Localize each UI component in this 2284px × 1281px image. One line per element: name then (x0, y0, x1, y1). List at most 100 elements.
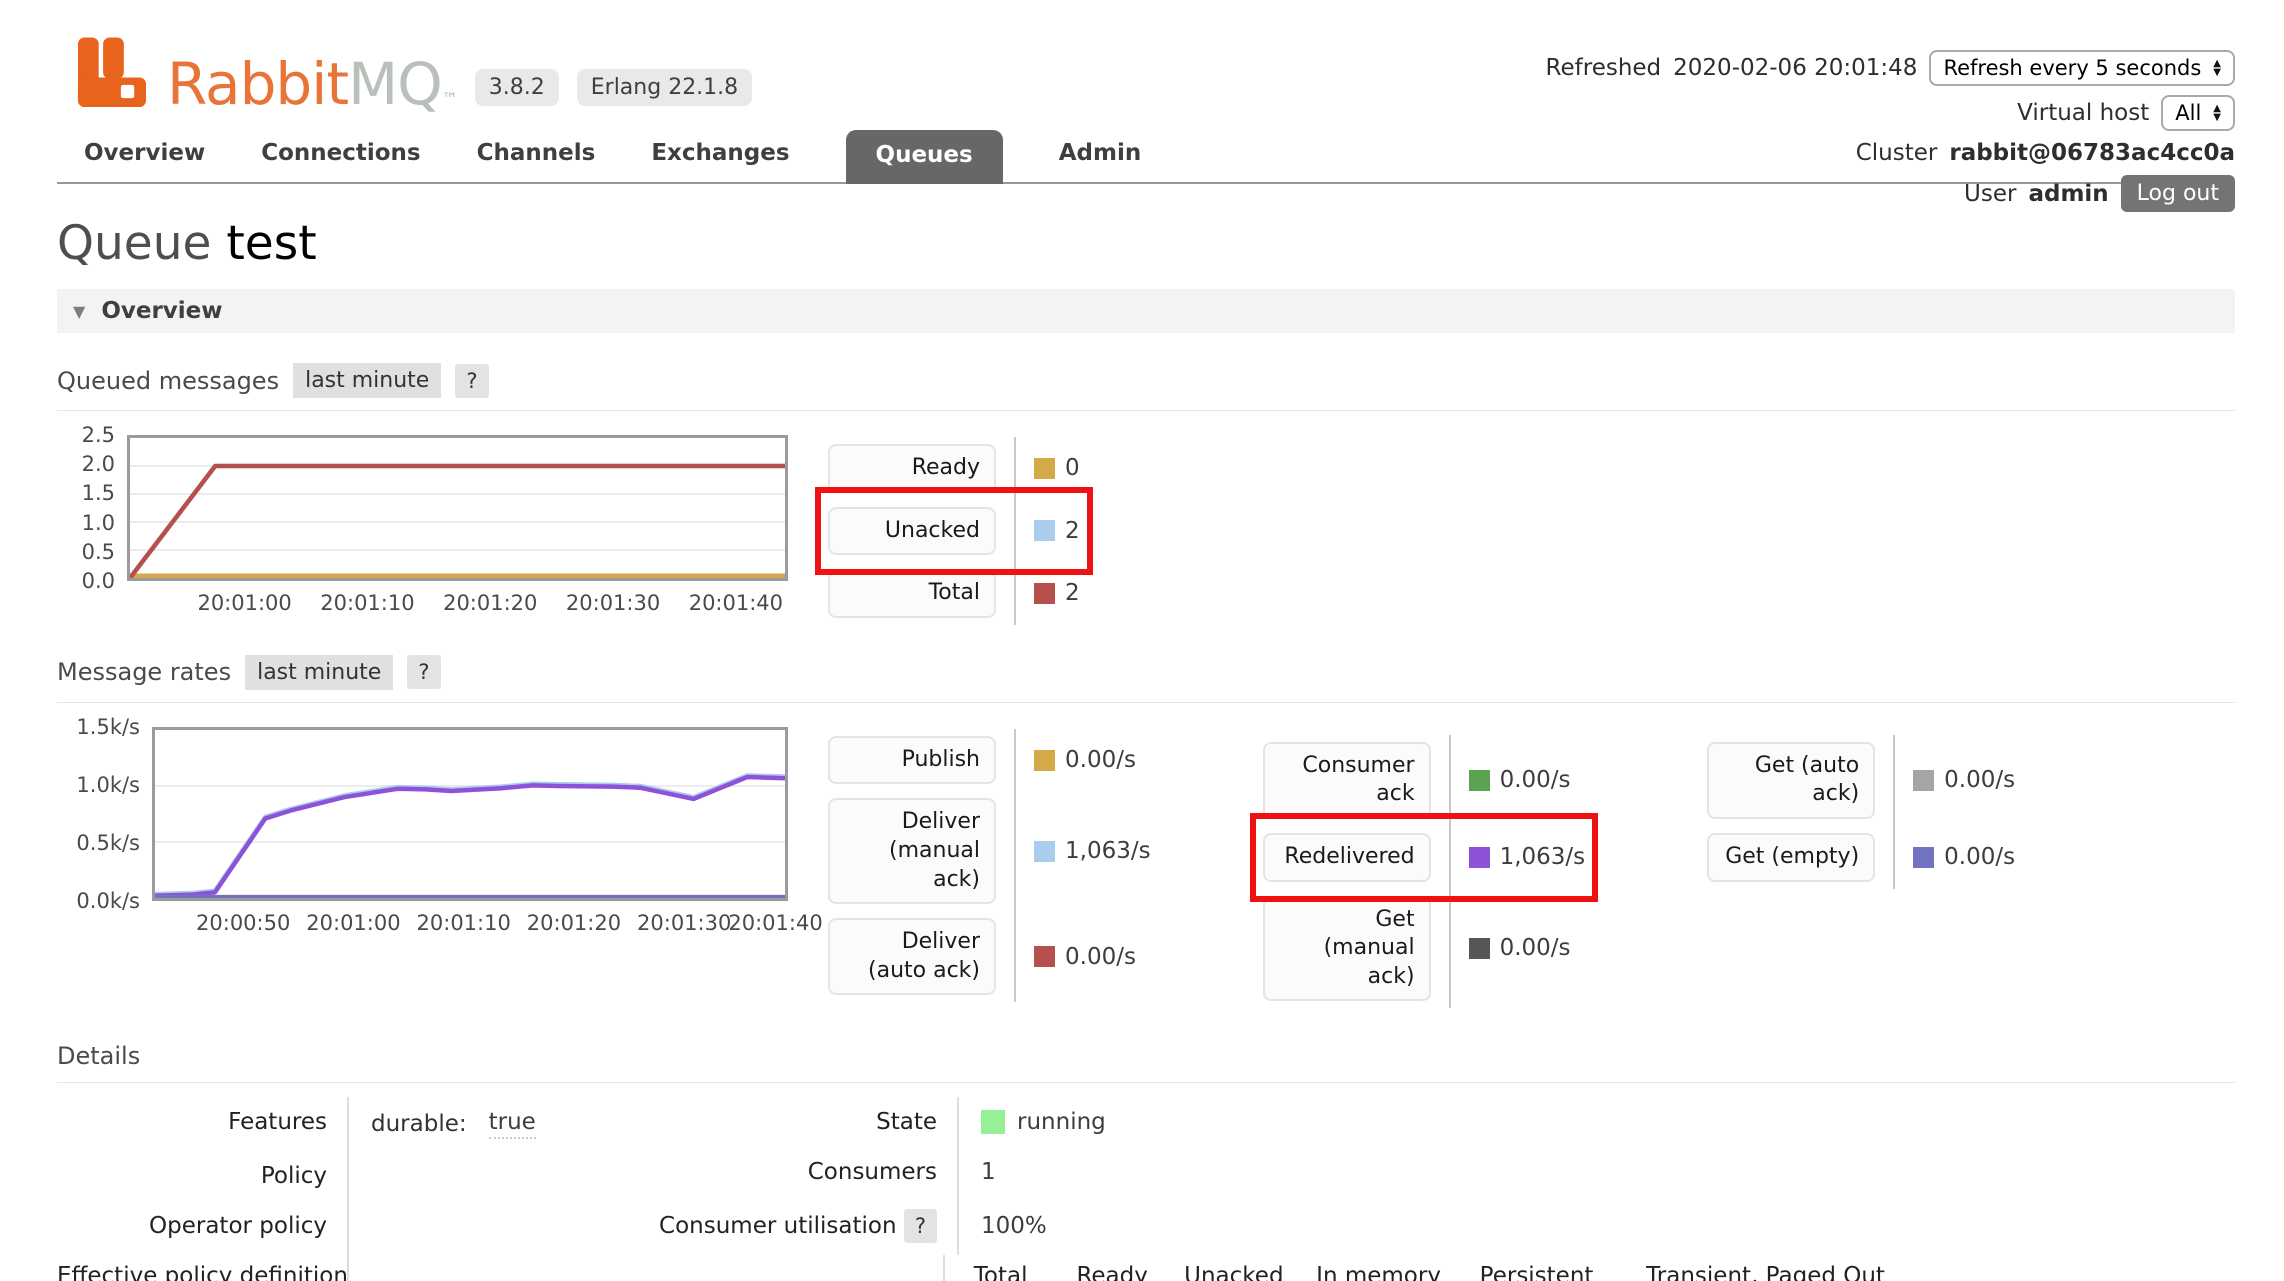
deliver-manual-label-pill: Deliver (manual ack) (828, 798, 996, 904)
unacked-label-pill: Unacked (828, 507, 996, 556)
messages-table-header-row: Total Ready Unacked In memory Persistent… (647, 1255, 1916, 1281)
unacked-value: 2 (1065, 518, 1080, 544)
effective-policy-label: Effective policy definition (57, 1251, 347, 1281)
get-auto-value: 0.00/s (1944, 767, 2015, 793)
publish-swatch-icon (1034, 750, 1055, 771)
virtual-host-row: Virtual host All ▲▼ (2017, 95, 2235, 131)
message-rates-title: Message rates (57, 658, 231, 686)
col-header-total: Total (944, 1255, 1056, 1281)
ready-swatch-icon (1034, 458, 1055, 479)
rates-chart-plot (152, 727, 788, 901)
deliver-auto-value: 0.00/s (1065, 944, 1136, 970)
legend-row-total: Total 2 (828, 562, 1080, 625)
virtual-host-select[interactable]: All ▲▼ (2161, 95, 2235, 131)
queued-messages-help-icon[interactable]: ? (455, 364, 488, 398)
queued-messages-heading: Queued messages last minute ? (57, 363, 2235, 411)
publish-label-pill: Publish (828, 736, 996, 785)
virtual-host-value: All (2175, 101, 2201, 125)
features-value: durable:true (347, 1097, 647, 1151)
consumers-value: 1 (957, 1147, 1916, 1197)
consumer-utilisation-label: Consumer utilisation ? (657, 1197, 957, 1255)
legend-row-deliver-auto: Deliver (auto ack) 0.00/s (828, 911, 1136, 1002)
version-badge: 3.8.2 (475, 69, 559, 106)
tab-exchanges[interactable]: Exchanges (651, 128, 789, 182)
trademark-symbol: ™ (442, 89, 457, 108)
queued-chart-y-axis: 2.52.01.51.00.50.0 (57, 435, 127, 581)
cluster-name: rabbit@06783ac4cc0a (1949, 140, 2235, 166)
ready-value: 0 (1065, 455, 1080, 481)
col-header-ready: Ready (1056, 1255, 1168, 1281)
ready-label-pill: Ready (828, 444, 996, 493)
effective-policy-value (347, 1251, 647, 1281)
queue-name: test (226, 216, 316, 271)
user-label: User (1964, 181, 2016, 207)
details-right-facts: State running Consumers 1 Consumer utili… (657, 1097, 1916, 1255)
overview-collapse-bar[interactable]: ▼ Overview (57, 289, 2235, 333)
refreshed-label: Refreshed (1546, 55, 1662, 81)
unacked-swatch-icon (1034, 520, 1055, 541)
tab-channels[interactable]: Channels (477, 128, 596, 182)
rates-chart-x-axis: 20:00:5020:01:0020:01:1020:01:2020:01:30… (155, 901, 785, 939)
refresh-interval-value: Refresh every 5 seconds (1943, 56, 2201, 80)
tab-queues[interactable]: Queues (846, 130, 1003, 184)
tab-admin[interactable]: Admin (1059, 128, 1142, 182)
message-rates-row: 1.5k/s1.0k/s0.5k/s0.0k/s 20:00:5020:01:0… (57, 727, 2235, 1009)
durable-value: true (489, 1109, 536, 1139)
messages-table: Total Ready Unacked In memory Persistent… (647, 1255, 1916, 1281)
page-title: Queue test (57, 216, 2235, 271)
legend-row-publish: Publish 0.00/s (828, 729, 1136, 792)
cluster-label: Cluster (1856, 140, 1938, 166)
queued-messages-title: Queued messages (57, 367, 279, 395)
queued-messages-range-badge[interactable]: last minute (293, 363, 441, 398)
deliver-manual-swatch-icon (1034, 841, 1055, 862)
publish-value: 0.00/s (1065, 747, 1136, 773)
consumer-ack-label-pill: Consumer ack (1263, 742, 1431, 819)
col-header-persistent: Persistent (1458, 1255, 1616, 1281)
get-manual-label-pill: Get (manual ack) (1263, 896, 1431, 1002)
get-empty-swatch-icon (1913, 847, 1934, 868)
features-label: Features (57, 1097, 347, 1151)
consumer-utilisation-value: 100% (957, 1197, 1916, 1255)
get-empty-label-pill: Get (empty) (1707, 833, 1875, 882)
queued-messages-row: 2.52.01.51.00.50.0 20:01:0020:01:1020:01… (57, 435, 2235, 625)
queued-messages-chart: 2.52.01.51.00.50.0 20:01:0020:01:1020:01… (57, 435, 788, 619)
state-text: running (1017, 1109, 1106, 1135)
redelivered-label-pill: Redelivered (1263, 833, 1431, 882)
col-header-in-memory: In memory (1300, 1255, 1458, 1281)
queued-messages-legend: Ready 0 Unacked 2 Total 2 (828, 437, 1080, 625)
deliver-auto-swatch-icon (1034, 946, 1055, 967)
get-manual-swatch-icon (1469, 938, 1490, 959)
refresh-interval-select[interactable]: Refresh every 5 seconds ▲▼ (1929, 50, 2235, 86)
get-auto-swatch-icon (1913, 770, 1934, 791)
operator-policy-label: Operator policy (57, 1201, 347, 1251)
message-rates-help-icon[interactable]: ? (407, 655, 440, 689)
user-name: admin (2028, 181, 2108, 207)
legend-row-get-empty: Get (empty) 0.00/s (1707, 826, 2015, 889)
tab-overview[interactable]: Overview (84, 128, 205, 182)
consumers-label: Consumers (657, 1147, 957, 1197)
legend-row-get-auto: Get (auto ack) 0.00/s (1707, 735, 2015, 826)
details-body: Features durable:true Policy Operator po… (57, 1097, 2235, 1281)
consumer-ack-swatch-icon (1469, 770, 1490, 791)
message-rates-range-badge[interactable]: last minute (245, 655, 393, 690)
consumer-ack-value: 0.00/s (1500, 767, 1571, 793)
brand-mq-text: MQ (348, 50, 442, 118)
col-header-unacked: Unacked (1168, 1255, 1299, 1281)
deliver-auto-label-pill: Deliver (auto ack) (828, 918, 996, 995)
overview-collapse-label: Overview (101, 298, 222, 324)
legend-row-deliver-manual: Deliver (manual ack) 1,063/s (828, 791, 1151, 911)
redelivered-swatch-icon (1469, 847, 1490, 868)
get-manual-value: 0.00/s (1500, 935, 1571, 961)
rates-legend-column-2: Consumer ack 0.00/s Redelivered 1,063/s … (1263, 735, 1586, 1009)
details-title: Details (57, 1042, 140, 1070)
redelivered-value: 1,063/s (1500, 844, 1586, 870)
refresh-row: Refreshed 2020-02-06 20:01:48 Refresh ev… (1546, 50, 2235, 86)
rates-legend-column-1: Publish 0.00/s Deliver (manual ack) 1,06… (828, 729, 1151, 1003)
logout-button[interactable]: Log out (2121, 175, 2235, 212)
policy-label: Policy (57, 1151, 347, 1201)
tab-connections[interactable]: Connections (261, 128, 420, 182)
get-auto-label-pill: Get (auto ack) (1707, 742, 1875, 819)
legend-row-unacked: Unacked 2 (828, 500, 1080, 563)
consumer-utilisation-help-icon[interactable]: ? (904, 1209, 937, 1243)
rabbitmq-management-page: RabbitMQ™ 3.8.2 Erlang 22.1.8 Refreshed … (0, 0, 2284, 1281)
